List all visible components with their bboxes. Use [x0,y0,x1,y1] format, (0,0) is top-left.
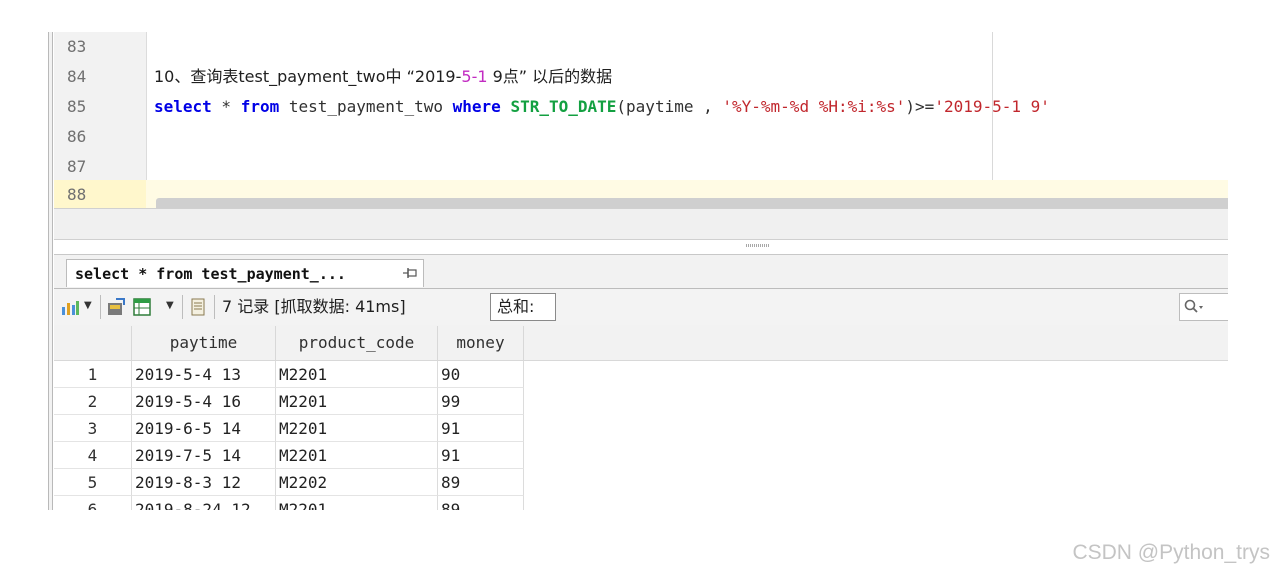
table-cell[interactable]: 2019-7-5 14 [132,442,276,469]
chevron-down-icon[interactable]: ▼ [84,300,92,311]
editor-line[interactable]: 86 [54,122,1228,152]
tab-result-label: select * from test_payment_... [75,265,346,283]
sql-client-window: 83 84 10、查询表test_payment_two中 “2019-5-1 … [48,32,1228,510]
line-number: 88 [54,180,146,208]
editor-line[interactable]: 83 [54,32,1228,62]
table-cell[interactable]: M2201 [276,361,438,388]
chevron-down-icon[interactable]: ▼ [166,300,174,311]
pin-icon[interactable] [403,268,417,280]
sum-display: 总和: [490,293,556,321]
table-cell[interactable]: M2201 [276,496,438,510]
result-grid[interactable]: paytime product_code money 1 2019-5-4 13… [54,326,1228,510]
search-icon [1184,299,1203,313]
toolbar-separator [214,295,215,319]
table-cell[interactable]: 89 [438,469,524,496]
table-cell[interactable]: 91 [438,415,524,442]
editor-footer-area [54,208,1228,240]
line-number: 87 [67,157,87,176]
table-cell[interactable]: 2019-5-4 13 [132,361,276,388]
table-row[interactable]: 1 2019-5-4 13 M2201 90 [54,361,524,388]
text-view-icon[interactable] [188,297,208,317]
table-cell[interactable]: M2201 [276,388,438,415]
record-status: 7 记录 [抓取数据: 41ms] [222,297,406,316]
table-cell[interactable]: 90 [438,361,524,388]
table-cell[interactable]: 89 [438,496,524,510]
column-header[interactable]: product_code [276,326,438,360]
line-number: 86 [67,127,87,146]
row-number-header [54,326,132,360]
table-row[interactable]: 2 2019-5-4 16 M2201 99 [54,388,524,415]
table-cell[interactable]: M2202 [276,469,438,496]
tab-result[interactable]: select * from test_payment_... [66,259,424,287]
sum-label: 总和: [497,297,535,316]
column-header[interactable]: paytime [132,326,276,360]
row-number: 5 [54,469,132,496]
editor-line-text: 10、查询表test_payment_two中 “2019-5-1 9点” 以后… [154,67,613,86]
table-cell[interactable]: M2201 [276,442,438,469]
column-header[interactable]: money [438,326,524,360]
export-icon[interactable] [106,297,126,317]
table-cell[interactable]: 2019-8-24 12 [132,496,276,510]
results-toolbar: ▼ ▼ 7 记录 [抓取数据: 41ms] 总和: [54,288,1228,325]
table-cell[interactable]: 99 [438,388,524,415]
toolbar-separator [182,295,183,319]
table-cell[interactable]: 2019-6-5 14 [132,415,276,442]
editor-horizontal-scrollbar[interactable] [156,198,1228,208]
line-number: 85 [67,97,87,116]
toolbar-separator [100,295,101,319]
table-cell[interactable]: M2201 [276,415,438,442]
row-number: 6 [54,496,132,510]
row-number: 4 [54,442,132,469]
table-cell[interactable]: 2019-8-3 12 [132,469,276,496]
table-row[interactable]: 4 2019-7-5 14 M2201 91 [54,442,524,469]
grid-header: paytime product_code money [54,326,1228,361]
chart-icon[interactable] [60,297,80,317]
watermark: CSDN @Python_trys [1072,541,1270,564]
editor-line[interactable]: 87 [54,152,1228,182]
row-number: 2 [54,388,132,415]
table-row[interactable]: 6 2019-8-24 12 M2201 89 [54,496,524,510]
editor-line-text: select * from test_payment_two where STR… [154,97,1050,116]
line-number: 84 [67,67,87,86]
results-panel: select * from test_payment_... ▼ ▼ 7 记录 … [54,254,1228,510]
sql-editor[interactable]: 83 84 10、查询表test_payment_two中 “2019-5-1 … [54,32,1228,208]
splitter-handle[interactable] [746,244,770,247]
line-number: 83 [67,37,87,56]
row-number: 3 [54,415,132,442]
table-cell[interactable]: 91 [438,442,524,469]
search-input[interactable] [1179,293,1228,321]
grid-view-icon[interactable] [132,297,152,317]
table-row[interactable]: 3 2019-6-5 14 M2201 91 [54,415,524,442]
editor-line[interactable]: 85 select * from test_payment_two where … [54,92,1228,122]
table-cell[interactable]: 2019-5-4 16 [132,388,276,415]
editor-line[interactable]: 84 10、查询表test_payment_two中 “2019-5-1 9点”… [54,62,1228,92]
row-number: 1 [54,361,132,388]
table-row[interactable]: 5 2019-8-3 12 M2202 89 [54,469,524,496]
